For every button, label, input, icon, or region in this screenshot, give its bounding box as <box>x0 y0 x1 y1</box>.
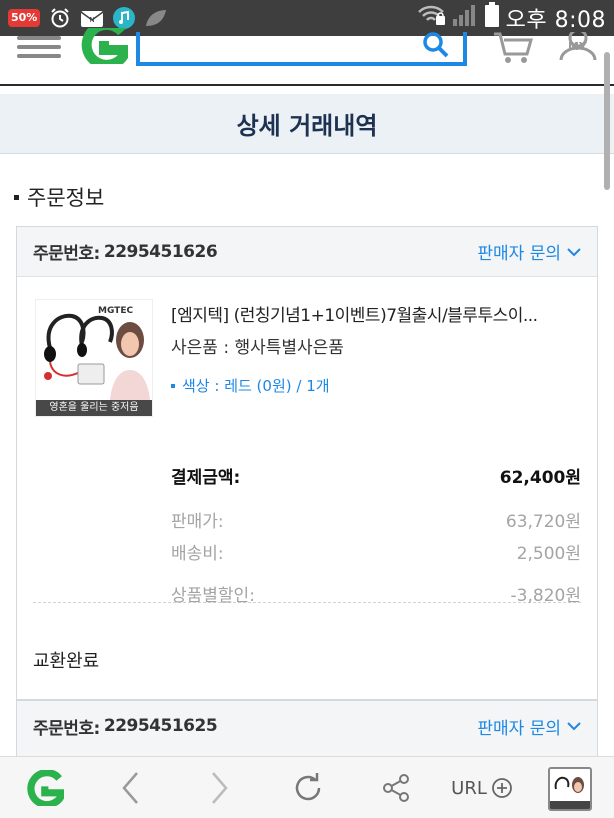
product-name[interactable]: [엠지텍] (런칭기념1+1이벤트)7월출시/블루투스이... <box>171 301 581 326</box>
share-icon[interactable] <box>376 767 416 809</box>
svg-text:N: N <box>90 16 95 24</box>
url-label: URL <box>451 777 487 799</box>
price-summary: 결제금액: 62,400원 판매가: 63,720원 배송비: 2,500원 상… <box>33 437 581 606</box>
seller-inquiry-button[interactable]: 판매자 문의 <box>477 239 581 264</box>
option-text: 색상 : 레드 (0원) / 1개 <box>182 377 330 395</box>
shipping-fee-label: 배송비: <box>171 544 224 564</box>
sale-price-label: 판매가: <box>171 512 224 532</box>
section-heading: 주문정보 <box>14 182 104 212</box>
home-g-logo-icon[interactable] <box>22 767 66 809</box>
order-number-label: 주문번호: <box>33 244 100 264</box>
total-payment-label: 결제금액: <box>171 468 241 488</box>
discount-value: -3,820원 <box>510 586 581 606</box>
search-input[interactable] <box>136 32 467 66</box>
hamburger-icon[interactable] <box>17 36 61 64</box>
seller-inquiry-label: 판매자 문의 <box>477 244 561 264</box>
cart-icon[interactable] <box>492 32 536 68</box>
earphones-image <box>44 313 150 400</box>
order-card: 주문번호: 2295451625 판매자 문의 <box>16 700 598 760</box>
chevron-down-icon <box>567 722 581 731</box>
order-status: 교환완료 <box>33 651 100 672</box>
chevron-down-icon <box>567 247 581 256</box>
app-header: MY <box>0 19 614 86</box>
plus-circle-icon <box>491 778 512 798</box>
seller-inquiry-button[interactable]: 판매자 문의 <box>477 714 581 739</box>
sale-price-value: 63,720원 <box>505 512 581 532</box>
product-thumbnail[interactable]: MGTEC 영혼을 울리는 중저음 <box>35 299 153 417</box>
chevron-left-icon[interactable] <box>114 767 148 809</box>
sale-price-row: 판매가: 63,720원 <box>171 507 581 532</box>
wifi-icon <box>416 3 446 33</box>
seller-inquiry-label: 판매자 문의 <box>477 718 561 739</box>
battery-icon <box>484 2 500 34</box>
page-title: 상세 거래내역 <box>236 112 378 140</box>
g-logo-icon[interactable] <box>78 19 133 70</box>
page-title-bar: 상세 거래내역 <box>0 94 614 154</box>
discount-label: 상품별할인: <box>171 586 255 606</box>
order-header: 주문번호: 2295451625 판매자 문의 <box>17 701 597 751</box>
order-number: 2295451625 <box>103 716 218 736</box>
bullet-icon <box>14 194 19 200</box>
naver-mail-icon: N <box>80 6 104 30</box>
option-text-row: 색상 : 레드 (0원) / 1개 <box>171 375 330 396</box>
shipping-fee-row: 배송비: 2,500원 <box>171 539 581 564</box>
my-label: MY <box>568 40 587 53</box>
discount-row: 상품별할인: -3,820원 <box>171 581 581 606</box>
order-number-label: 주문번호: <box>33 718 100 739</box>
thumb-caption: 영혼을 울리는 중저음 <box>36 400 152 416</box>
order-header: 주문번호: 2295451626 판매자 문의 <box>17 227 597 277</box>
shipping-fee-value: 2,500원 <box>516 544 581 564</box>
chevron-right-icon[interactable] <box>202 767 236 809</box>
product-row[interactable]: MGTEC 영혼을 울리는 중저음 [엠지텍] (런칭기념1+1이벤트)7월출시… <box>17 277 597 437</box>
order-number: 2295451626 <box>103 241 218 262</box>
url-button[interactable]: URL <box>450 767 514 809</box>
my-page-icon[interactable]: MY <box>555 28 601 70</box>
search-icon[interactable] <box>419 32 453 62</box>
total-payment-row: 결제금액: 62,400원 <box>171 463 581 488</box>
clock: 오후 8:08 <box>505 8 606 33</box>
refresh-icon[interactable] <box>288 767 328 809</box>
alarm-icon <box>48 6 72 30</box>
leaf-icon <box>144 6 168 30</box>
music-app-icon <box>112 6 136 30</box>
browser-toolbar: URL <box>0 756 614 818</box>
battery-saver-badge: 50% <box>8 9 41 27</box>
order-card: 주문번호: 2295451626 판매자 문의 MGTEC 영혼을 울리는 중저… <box>16 226 598 700</box>
section-heading-text: 주문정보 <box>27 186 105 210</box>
total-payment-value: 62,400원 <box>499 468 581 488</box>
tab-thumbnail[interactable] <box>548 767 592 811</box>
gift-text: 사은품 : 행사특별사은품 <box>171 338 344 358</box>
signal-icon <box>452 3 478 33</box>
scrollbar[interactable] <box>604 52 610 190</box>
bullet-icon <box>171 383 175 388</box>
